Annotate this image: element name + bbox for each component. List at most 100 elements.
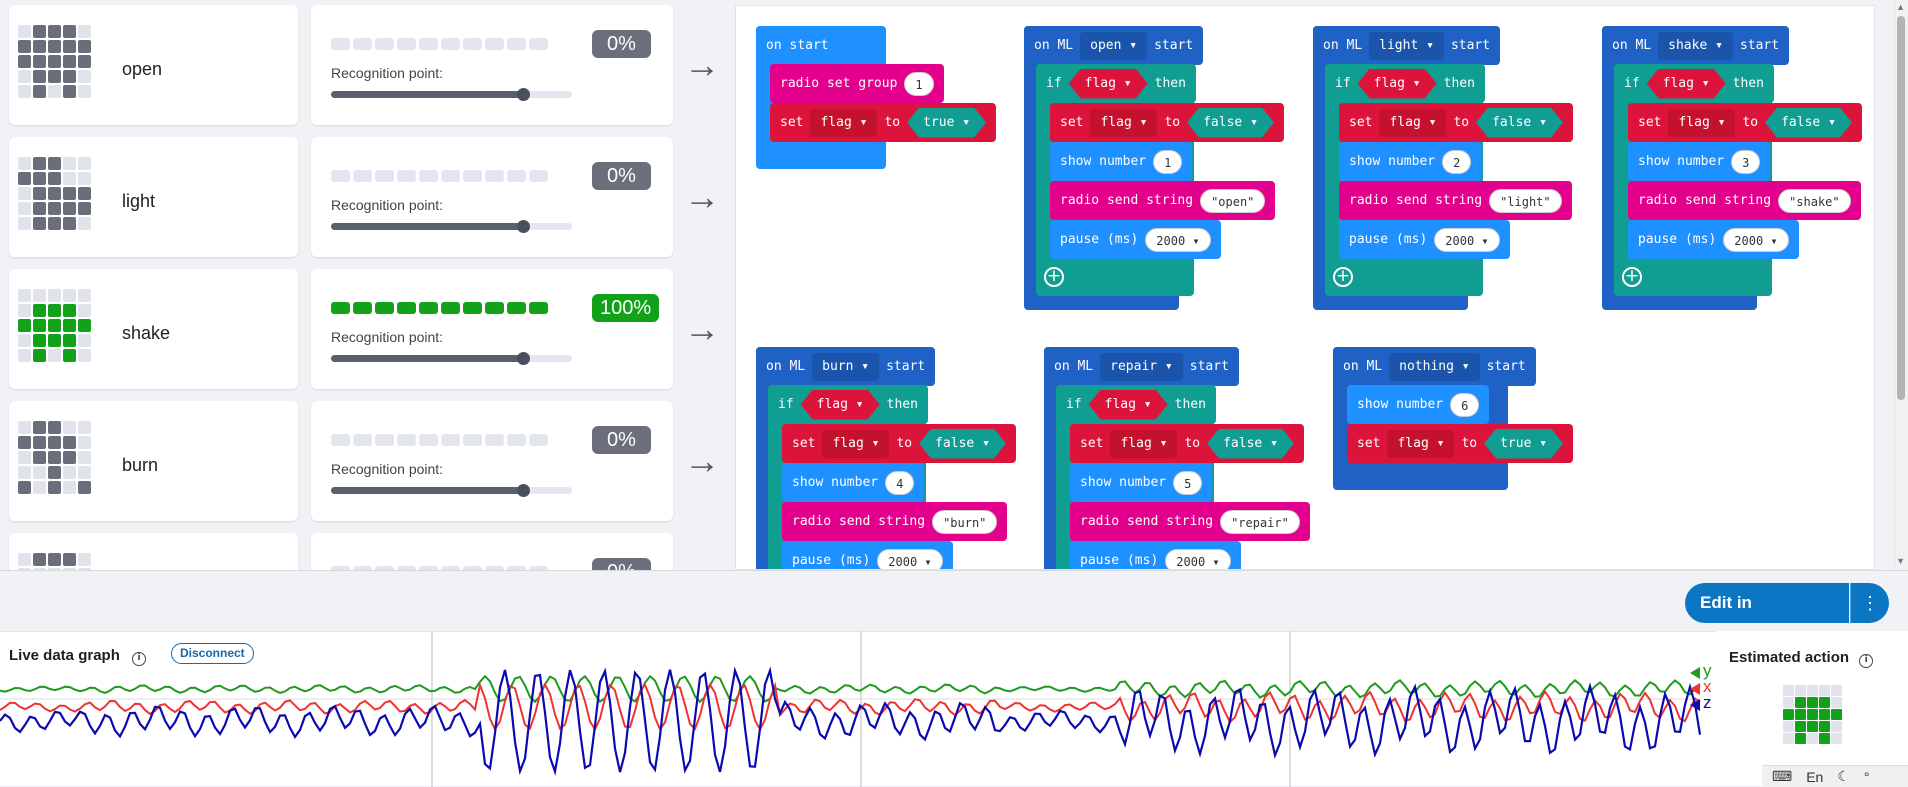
slider-thumb[interactable] [516,88,530,101]
scroll-up-icon[interactable]: ▲ [1896,2,1905,12]
gesture-card[interactable]: shake [9,269,298,389]
pause-block[interactable]: pause (ms) 2000 ▾ [1339,220,1510,259]
flag-dropdown[interactable]: flag ▾ [1110,429,1178,458]
false-field[interactable]: false ▾ [1207,429,1294,459]
set-flag-block[interactable]: set flag ▾ to false ▾ [1070,424,1304,463]
scroll-down-icon[interactable]: ▼ [1896,556,1905,566]
string-value[interactable]: "open" [1200,188,1266,213]
number-value[interactable]: 2 [1442,149,1472,174]
info-icon[interactable]: i [1859,654,1874,668]
recognition-point-slider[interactable] [331,352,572,365]
number-value[interactable]: 5 [1173,470,1203,495]
on-ml-header[interactable]: on ML shake ▾ start [1602,26,1790,65]
on-ml-header[interactable]: on ML repair ▾ start [1044,347,1239,386]
gesture-dropdown[interactable]: burn ▾ [812,352,880,381]
false-field[interactable]: false ▾ [1765,108,1852,138]
slider-thumb[interactable] [516,220,530,233]
flag-dropdown[interactable]: flag ▾ [810,108,878,137]
show-number-block[interactable]: show number 5 [1070,463,1213,502]
flag-condition[interactable]: flag ▾ [1089,390,1168,420]
show-number-block[interactable]: show number 3 [1628,142,1771,181]
radio-send-string-block[interactable]: radio send string "burn" [782,502,1008,541]
flag-dropdown[interactable]: flag ▾ [1090,108,1158,137]
gesture-dropdown[interactable]: light ▾ [1369,31,1444,60]
slider-thumb[interactable] [516,352,530,365]
add-icon[interactable]: + [1622,267,1642,287]
pause-value[interactable]: 2000 ▾ [1145,227,1211,252]
gesture-dropdown[interactable]: shake ▾ [1658,31,1733,60]
ime-indicator[interactable]: En [1806,769,1823,785]
edit-in-makecode-button[interactable]: Edit in MakeCode [1685,583,1849,652]
string-value[interactable]: "shake" [1778,188,1851,213]
radio-send-string-block[interactable]: radio send string "light" [1339,181,1572,220]
if-block[interactable]: if flag ▾ then [1325,64,1485,103]
show-number-block[interactable]: show number 1 [1050,142,1193,181]
flag-condition[interactable]: flag ▾ [801,390,880,420]
on-ml-header[interactable]: on ML nothing ▾ start [1333,347,1536,386]
set-flag-block[interactable]: set flag ▾ to false ▾ [782,424,1016,463]
gesture-card[interactable]: light [9,137,298,257]
gesture-name[interactable]: burn [122,455,158,476]
flag-condition[interactable]: flag ▾ [1358,69,1437,99]
add-icon[interactable]: + [1044,267,1064,287]
radio-send-string-block[interactable]: radio send string "shake" [1628,181,1861,220]
gesture-name[interactable]: shake [122,323,170,344]
pause-value[interactable]: 2000 ▾ [1434,227,1500,252]
if-block[interactable]: if flag ▾ then [1036,64,1196,103]
if-block[interactable]: if flag ▾ then [1614,64,1774,103]
pause-value[interactable]: 2000 ▾ [1723,227,1789,252]
moon-icon[interactable]: ☾ [1837,768,1850,785]
false-field[interactable]: false ▾ [919,429,1006,459]
gesture-dropdown[interactable]: repair ▾ [1100,352,1183,381]
flag-dropdown[interactable]: flag ▾ [1387,429,1455,458]
number-value[interactable]: 6 [1450,392,1480,417]
show-number-block[interactable]: show number 2 [1339,142,1482,181]
flag-condition[interactable]: flag ▾ [1069,69,1148,99]
on-ml-header[interactable]: on ML open ▾ start [1024,26,1204,65]
flag-dropdown[interactable]: flag ▾ [822,429,890,458]
set-flag-block[interactable]: set flag ▾ to false ▾ [1339,103,1573,142]
recognition-point-slider[interactable] [331,88,572,101]
pause-block[interactable]: pause (ms) 2000 ▾ [1070,541,1241,569]
false-field[interactable]: false ▾ [1476,108,1563,138]
string-value[interactable]: "light" [1489,188,1562,213]
true-field[interactable]: true ▾ [907,108,986,138]
show-number-block[interactable]: show number 4 [782,463,925,502]
gesture-card[interactable]: burn [9,401,298,521]
makecode-blocks-canvas[interactable]: on start radio set group 1 set flag ▾ to true … [735,5,1875,570]
false-field[interactable]: false ▾ [1187,108,1274,138]
pause-block[interactable]: pause (ms) 2000 ▾ [782,541,953,569]
pause-block[interactable]: pause (ms) 2000 ▾ [1628,220,1799,259]
radio-send-string-block[interactable]: radio send string "open" [1050,181,1276,220]
number-value[interactable]: 4 [885,470,915,495]
set-flag-block[interactable]: set flag ▾ to false ▾ [1050,103,1284,142]
gesture-card[interactable]: open [9,5,298,125]
gesture-dropdown[interactable]: nothing ▾ [1389,352,1480,381]
set-flag-block[interactable]: set flag ▾ to false ▾ [1628,103,1862,142]
true-field[interactable]: true ▾ [1484,429,1563,459]
radio-send-string-block[interactable]: radio send string "repair" [1070,502,1310,541]
gesture-dropdown[interactable]: open ▾ [1080,31,1148,60]
on-start-header[interactable]: on start [756,26,839,65]
recognition-point-slider[interactable] [331,220,572,233]
keyboard-icon[interactable]: ⌨ [1772,768,1792,785]
pause-value[interactable]: 2000 ▾ [1165,548,1231,569]
if-block[interactable]: if flag ▾ then [1056,385,1216,424]
gesture-name[interactable]: open [122,59,162,80]
number-value[interactable]: 1 [1153,149,1183,174]
flag-dropdown[interactable]: flag ▾ [1379,108,1447,137]
string-value[interactable]: "repair" [1220,509,1300,534]
settings-icon[interactable]: ° [1864,769,1870,785]
group-number[interactable]: 1 [904,71,934,96]
add-icon[interactable]: + [1333,267,1353,287]
string-value[interactable]: "burn" [932,509,998,534]
scroll-thumb[interactable] [1897,16,1905,400]
slider-thumb[interactable] [516,484,530,497]
show-number-block[interactable]: show number 6 [1347,385,1490,424]
flag-condition[interactable]: flag ▾ [1647,69,1726,99]
set-flag-block[interactable]: set flag ▾ to true ▾ [770,103,997,142]
flag-dropdown[interactable]: flag ▾ [1668,108,1736,137]
if-block[interactable]: if flag ▾ then [768,385,928,424]
more-options-button[interactable]: ⋮ [1850,583,1889,623]
gesture-card[interactable] [9,533,298,570]
